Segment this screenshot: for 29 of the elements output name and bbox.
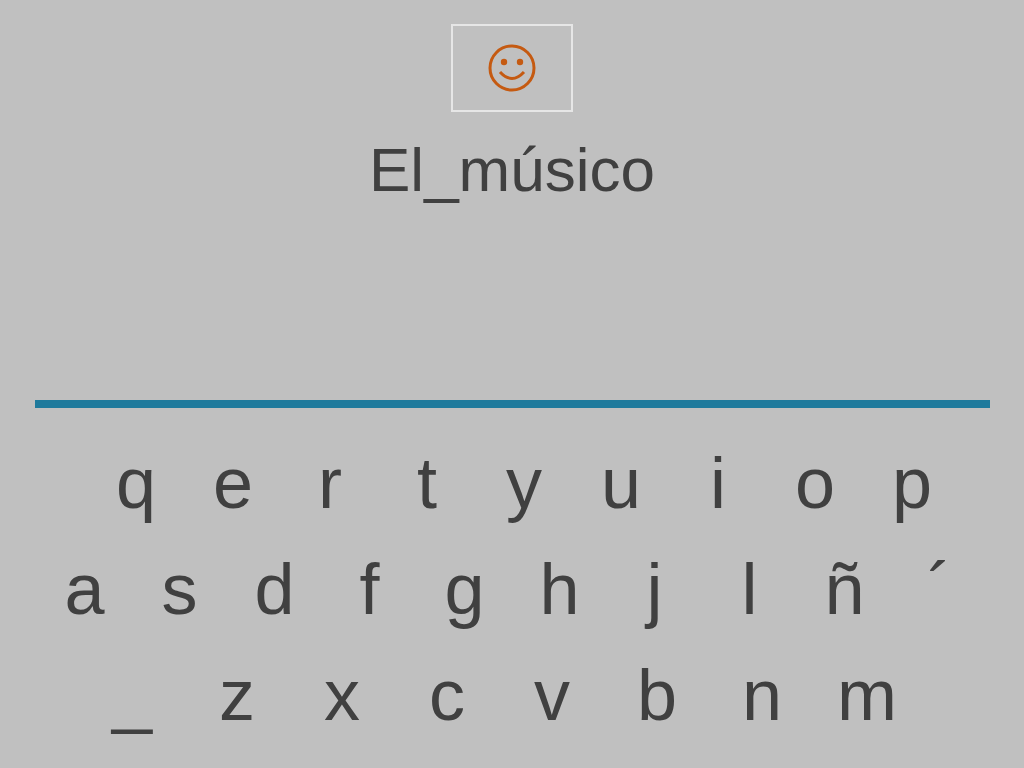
letter-key[interactable]: t xyxy=(378,430,476,536)
letter-key[interactable]: y xyxy=(475,430,573,536)
letter-key[interactable]: z xyxy=(184,642,290,748)
letter-key[interactable]: ´ xyxy=(892,536,987,642)
letter-key[interactable]: i xyxy=(669,430,767,536)
letter-key[interactable]: ñ xyxy=(797,536,892,642)
letter-key[interactable]: u xyxy=(572,430,670,536)
smiley-icon xyxy=(487,43,537,93)
word-title: El_músico xyxy=(369,134,655,206)
letter-key[interactable]: _ xyxy=(79,642,185,748)
letter-key[interactable]: g xyxy=(417,536,512,642)
letter-key[interactable]: o xyxy=(766,430,864,536)
letter-key[interactable]: d xyxy=(227,536,322,642)
letter-key[interactable]: r xyxy=(281,430,379,536)
letter-key[interactable]: s xyxy=(132,536,227,642)
letter-key[interactable]: q xyxy=(87,430,185,536)
letter-key[interactable]: h xyxy=(512,536,607,642)
letter-key[interactable]: m xyxy=(814,642,920,748)
letter-key[interactable]: f xyxy=(322,536,417,642)
letter-key[interactable]: n xyxy=(709,642,815,748)
letter-key[interactable]: e xyxy=(184,430,282,536)
letter-key[interactable]: p xyxy=(863,430,961,536)
letter-key[interactable]: l xyxy=(702,536,797,642)
letter-key[interactable]: a xyxy=(37,536,132,642)
letter-key[interactable]: v xyxy=(499,642,605,748)
letter-key[interactable]: j xyxy=(607,536,702,642)
letter-key[interactable]: b xyxy=(604,642,710,748)
letter-key[interactable]: x xyxy=(289,642,395,748)
letter-key[interactable]: c xyxy=(394,642,500,748)
